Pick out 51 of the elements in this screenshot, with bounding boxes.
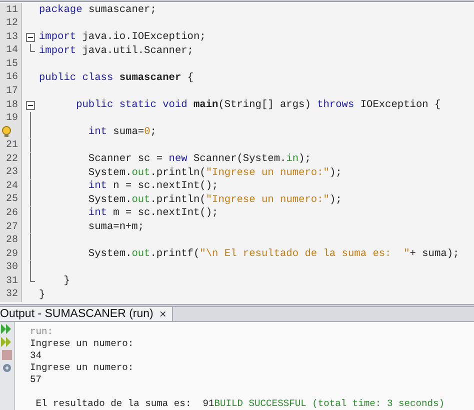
line-number: 23: [6, 167, 18, 178]
line-number: 15: [6, 58, 18, 70]
line-number: 21: [6, 140, 18, 152]
code-line: suma=n+m;: [87, 220, 144, 234]
code-line: System.out.printf("\n El resultado de la suma es: "+ suma);: [87, 247, 460, 261]
code-line: public class sumascaner {: [39, 71, 194, 85]
fold-toggle-icon[interactable]: [26, 32, 35, 42]
output-line: El resultado de la suma es: 91BUILD SUCCESSFUL (total time: 3 seconds): [34, 398, 445, 410]
stop-icon[interactable]: [1, 350, 13, 360]
line-number: 17: [6, 86, 18, 98]
line-number: 26: [6, 208, 18, 219]
code-line: public static void main(String[] args) throws IOException {: [75, 98, 441, 112]
lightbulb-icon[interactable]: [1, 126, 12, 138]
output-line: 34: [30, 350, 43, 362]
fold-toggle-icon[interactable]: [26, 100, 35, 110]
code-line: }: [39, 288, 46, 302]
line-number: 14: [6, 45, 18, 56]
code-line: import java.util.Scanner;: [39, 44, 194, 58]
code-line: System.out.println("Ingrese un numero:");: [87, 166, 342, 180]
line-number: 30: [6, 262, 18, 274]
line-number: 32: [6, 289, 18, 300]
code-line: int suma=0;: [87, 125, 156, 139]
code-line: System.out.println("Ingrese un numero:");: [87, 193, 342, 207]
rerun-icon[interactable]: [1, 337, 13, 347]
output-tab[interactable]: Output - SUMASCANER (run) ×: [0, 307, 174, 321]
gear-icon[interactable]: [1, 363, 13, 373]
line-number: 31: [6, 276, 18, 287]
output-line: 57: [30, 374, 43, 386]
line-number: 12: [6, 18, 18, 30]
line-number: 19: [6, 113, 18, 124]
code-line: package sumascaner;: [39, 3, 156, 18]
line-number: 18: [6, 100, 18, 111]
line-number: 29: [6, 248, 18, 260]
code-line: int n = sc.nextInt();: [87, 180, 218, 194]
output-line: Ingrese un numero:: [30, 362, 135, 374]
line-number: 28: [6, 235, 18, 246]
rerun-icon[interactable]: [1, 324, 13, 334]
code-line: import java.io.IOException;: [39, 30, 206, 44]
code-line: int m = sc.nextInt();: [87, 206, 218, 220]
line-number: 24: [6, 180, 18, 192]
line-number: 25: [6, 194, 18, 206]
line-number: 27: [6, 222, 18, 232]
output-line: run:: [30, 326, 54, 338]
line-number: 13: [6, 32, 18, 43]
close-button[interactable]: ×: [159, 307, 166, 321]
code-line: Scanner sc = new Scanner(System.in);: [87, 152, 311, 166]
code-line: }: [62, 274, 70, 288]
output-line: Ingrese un numero:: [30, 338, 135, 350]
line-number: 22: [6, 154, 18, 165]
line-number: 16: [6, 72, 18, 84]
line-number: 11: [6, 4, 18, 16]
